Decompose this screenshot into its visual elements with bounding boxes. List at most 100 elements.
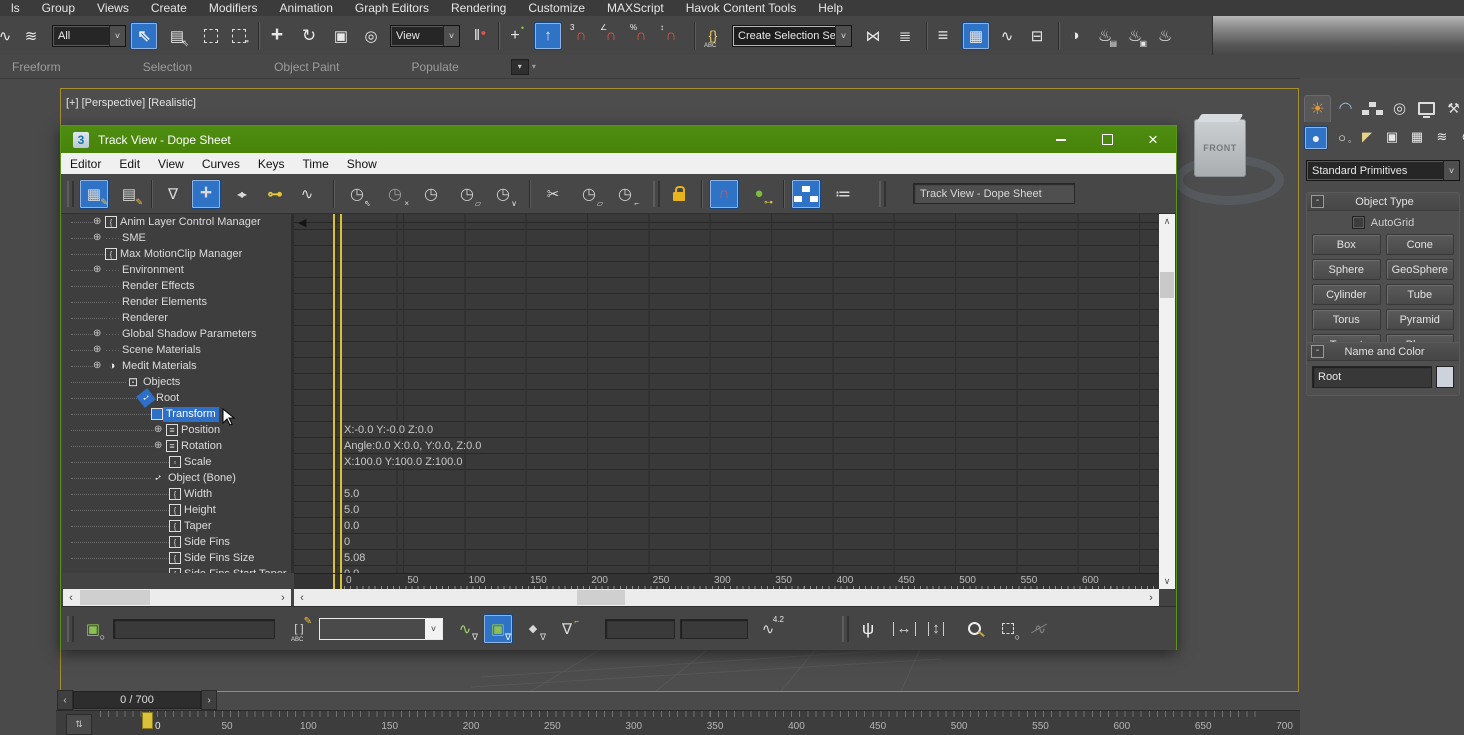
tab-populate[interactable]: Populate — [399, 60, 470, 74]
dope-sheet-grid[interactable]: ◀ X:-0.0 Y:-0.0 Z:0.0Angle:0.0 X:0.0, Y:… — [294, 214, 1159, 573]
reference-coordinate-dropdown[interactable]: View ˅ — [390, 25, 460, 47]
track-selection-field[interactable] — [113, 619, 275, 639]
next-frame-button[interactable]: › — [201, 690, 217, 710]
tree-item-label[interactable]: Render Elements — [119, 295, 210, 310]
tree-item-label[interactable]: Side Fins Size — [181, 551, 257, 566]
track-bar[interactable]: ⇅ 0 501001502002503003504004505005506006… — [56, 710, 1300, 735]
filters-button[interactable] — [159, 180, 187, 208]
rectangular-selection-region-button[interactable] — [198, 23, 224, 49]
render-production-button[interactable] — [1152, 23, 1178, 49]
tree-item-label[interactable]: Transform — [163, 407, 219, 422]
close-button[interactable] — [1130, 126, 1176, 153]
lights-category-icon[interactable] — [1356, 126, 1378, 148]
time-slider-marker[interactable] — [142, 712, 153, 729]
rendered-frame-window-button[interactable] — [1122, 23, 1148, 49]
reverse-time-button[interactable]: ∨ — [489, 180, 517, 208]
select-and-scale-button[interactable] — [328, 23, 354, 49]
align-button[interactable] — [892, 23, 918, 49]
ribbon-minimize-icon[interactable]: ▾ — [511, 59, 529, 75]
tree-item[interactable]: ⊕ Environment — [63, 262, 291, 278]
render-setup-button[interactable] — [1092, 23, 1118, 49]
tree-item-label[interactable]: Scene Materials — [119, 343, 204, 358]
tree-item[interactable]: ⊕ Taper — [63, 518, 291, 534]
sheet-horizontal-scrollbar[interactable]: ‹ › — [294, 589, 1159, 606]
current-time-marker-line[interactable] — [333, 214, 335, 573]
scroll-right-icon[interactable]: › — [1143, 592, 1159, 604]
scroll-left-icon[interactable]: ‹ — [63, 592, 79, 604]
tree-item[interactable]: ⊕ Objects — [63, 374, 291, 390]
menubar-item[interactable]: Create — [140, 0, 198, 16]
systems-category-icon[interactable] — [1456, 126, 1464, 148]
edit-keys-button[interactable] — [79, 179, 109, 209]
tree-item-label[interactable]: Rotation — [178, 439, 225, 454]
select-and-move-button[interactable] — [264, 23, 290, 49]
unlink-selection-icon[interactable] — [18, 23, 44, 49]
edit-named-selection-sets-button[interactable] — [700, 23, 726, 49]
select-and-manipulate-button[interactable] — [502, 23, 528, 49]
primitive-button[interactable]: Tube — [1386, 284, 1455, 305]
tab-create-icon[interactable] — [1304, 95, 1331, 122]
tree-item[interactable]: ⊕ Scale — [63, 454, 291, 470]
move-keys-button[interactable] — [191, 179, 221, 209]
scrollbar-thumb[interactable] — [577, 590, 625, 605]
trackview-menu-item[interactable]: Keys — [249, 157, 294, 171]
selection-filter-dropdown[interactable]: All ˅ — [52, 25, 126, 47]
isolate-curve-button[interactable] — [1026, 615, 1054, 643]
chevron-down-icon[interactable]: ▾ — [532, 62, 536, 71]
tree-item[interactable]: ⊕ Height — [63, 502, 291, 518]
menubar-item[interactable]: Graph Editors — [344, 0, 440, 16]
tree-expander-icon[interactable]: ⊕ — [154, 438, 166, 454]
use-pivot-point-button[interactable] — [464, 23, 490, 49]
trackview-menu-item[interactable]: Curves — [193, 157, 249, 171]
tree-item-label[interactable]: Position — [178, 423, 223, 438]
key-value-field[interactable] — [680, 619, 748, 639]
tree-item[interactable]: ⊕ Render Elements — [63, 294, 291, 310]
select-by-name-button[interactable] — [164, 23, 190, 49]
tree-item-label[interactable]: Width — [181, 487, 215, 502]
spline-precision-icon[interactable]: 4.2 — [754, 615, 782, 643]
trackview-menu-item[interactable]: Editor — [61, 157, 110, 171]
tree-item-label[interactable]: Environment — [119, 263, 187, 278]
open-mini-curve-editor-button[interactable]: ⇅ — [66, 714, 92, 735]
tree-item-label[interactable]: Anim Layer Control Manager — [117, 215, 264, 230]
cameras-category-icon[interactable] — [1381, 126, 1403, 148]
primitive-button[interactable]: GeoSphere — [1386, 259, 1455, 280]
tree-item-label[interactable]: Object (Bone) — [165, 471, 239, 486]
object-type-rollout-header[interactable]: - Object Type — [1307, 193, 1459, 211]
track-value-label[interactable]: 5.08 — [344, 552, 365, 564]
menubar-item[interactable]: Rendering — [440, 0, 517, 16]
tree-item-label[interactable]: Taper — [181, 519, 215, 534]
toggle-ribbon-button[interactable] — [962, 22, 990, 50]
track-value-label[interactable]: 5.0 — [344, 504, 359, 516]
tree-expander-icon[interactable]: ⊕ — [93, 230, 105, 246]
collapse-rollout-icon[interactable]: - — [1311, 345, 1324, 358]
dope-sheet-time-ruler[interactable]: 050100150200250300350400450500550600 — [294, 573, 1159, 590]
tree-item-label[interactable]: Renderer — [119, 311, 171, 326]
primitive-button[interactable]: Sphere — [1312, 259, 1381, 280]
tab-freeform[interactable]: Freeform — [0, 60, 73, 74]
tree-item[interactable]: ⊕ Side Fins Size — [63, 550, 291, 566]
scroll-up-icon[interactable]: ∧ — [1159, 214, 1175, 229]
scroll-left-icon[interactable]: ‹ — [294, 592, 310, 604]
chevron-down-icon[interactable]: ˅ — [109, 26, 125, 46]
menubar-item[interactable]: Customize — [517, 0, 596, 16]
tree-item[interactable]: ⊕ Side Fins Start Taper — [63, 566, 291, 573]
track-value-label[interactable]: Angle:0.0 X:0.0, Y:0.0, Z:0.0 — [344, 440, 481, 452]
lock-selection-toggle[interactable] — [665, 180, 693, 208]
cut-time-button[interactable] — [539, 180, 567, 208]
tree-item-label[interactable]: Scale — [181, 455, 215, 470]
scrollbar-thumb[interactable] — [1160, 272, 1174, 298]
edit-track-set-name-button[interactable]: ABC — [285, 615, 313, 643]
scroll-down-icon[interactable]: ∨ — [1159, 574, 1175, 589]
helpers-category-icon[interactable] — [1406, 126, 1428, 148]
tree-item[interactable]: ⊕ Medit Materials — [63, 358, 291, 374]
select-object-button[interactable] — [130, 22, 158, 50]
space-warps-category-icon[interactable] — [1431, 126, 1453, 148]
trackview-menu-item[interactable]: Show — [338, 157, 386, 171]
menubar-item[interactable]: Group — [31, 0, 86, 16]
select-time-button[interactable]: ⇖ — [343, 180, 371, 208]
tree-item[interactable]: ⊕ Transform — [63, 406, 291, 422]
chevron-down-icon[interactable]: ˅ — [835, 26, 851, 46]
select-and-place-button[interactable] — [358, 23, 384, 49]
named-selection-sets-dropdown[interactable]: Create Selection Se ˅ — [732, 25, 852, 47]
